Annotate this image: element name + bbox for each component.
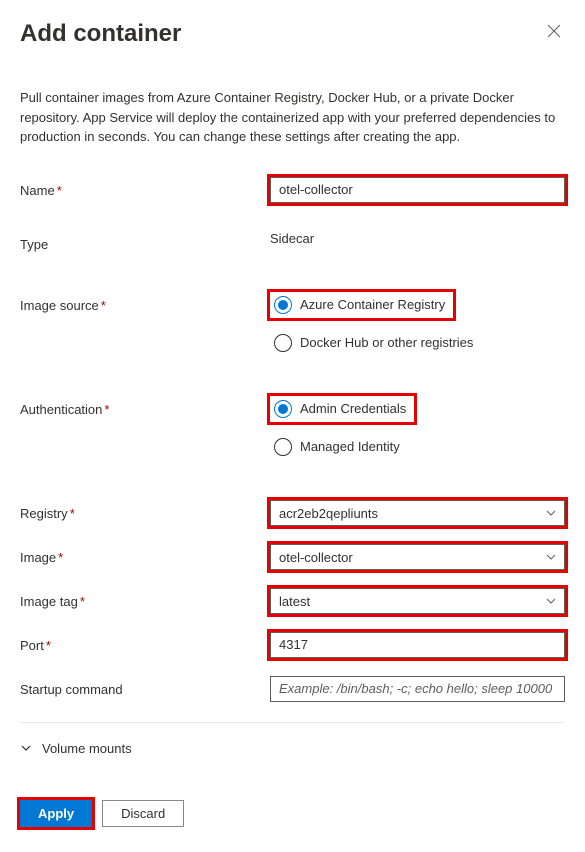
close-button[interactable] [543, 20, 565, 47]
chevron-down-icon [20, 742, 32, 754]
startup-command-input[interactable] [270, 676, 565, 702]
image-source-docker-radio[interactable]: Docker Hub or other registries [270, 330, 481, 356]
image-source-label: Image source* [20, 292, 270, 313]
apply-button[interactable]: Apply [20, 800, 92, 827]
registry-label: Registry* [20, 500, 270, 521]
discard-button[interactable]: Discard [102, 800, 184, 827]
radio-label: Admin Credentials [300, 401, 406, 416]
port-label: Port* [20, 632, 270, 653]
required-asterisk: * [104, 402, 109, 417]
description-text: Pull container images from Azure Contain… [20, 88, 565, 147]
radio-unselected-icon [274, 438, 292, 456]
required-asterisk: * [80, 594, 85, 609]
volume-mounts-label: Volume mounts [42, 741, 132, 756]
required-asterisk: * [101, 298, 106, 313]
image-source-acr-radio[interactable]: Azure Container Registry [270, 292, 453, 318]
auth-admin-radio[interactable]: Admin Credentials [270, 396, 414, 422]
radio-unselected-icon [274, 334, 292, 352]
required-asterisk: * [46, 638, 51, 653]
type-label: Type [20, 231, 270, 252]
authentication-label: Authentication* [20, 396, 270, 417]
close-icon [547, 24, 561, 38]
volume-mounts-toggle[interactable]: Volume mounts [20, 737, 565, 760]
radio-label: Docker Hub or other registries [300, 335, 473, 350]
radio-label: Azure Container Registry [300, 297, 445, 312]
radio-selected-icon [274, 296, 292, 314]
startup-command-label: Startup command [20, 676, 270, 697]
required-asterisk: * [58, 550, 63, 565]
radio-selected-icon [274, 400, 292, 418]
required-asterisk: * [57, 183, 62, 198]
image-tag-select[interactable]: latest [270, 588, 565, 614]
divider [20, 722, 565, 723]
required-asterisk: * [70, 506, 75, 521]
image-select[interactable]: otel-collector [270, 544, 565, 570]
radio-label: Managed Identity [300, 439, 400, 454]
page-title: Add container [20, 20, 181, 48]
port-input[interactable] [270, 632, 565, 658]
image-tag-label: Image tag* [20, 588, 270, 609]
auth-managed-radio[interactable]: Managed Identity [270, 434, 408, 460]
registry-select[interactable]: acr2eb2qepliunts [270, 500, 565, 526]
name-label: Name* [20, 177, 270, 198]
type-value: Sidecar [270, 231, 565, 246]
name-input[interactable] [270, 177, 565, 203]
image-label: Image* [20, 544, 270, 565]
